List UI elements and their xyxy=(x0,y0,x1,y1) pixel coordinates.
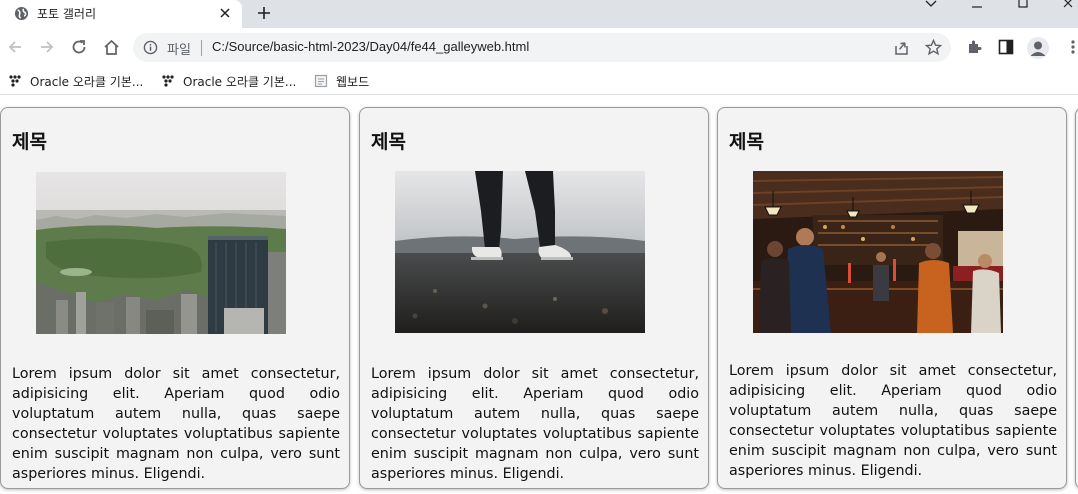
url-text[interactable]: C:/Source/basic-html-2023/Day04/fe44_gal… xyxy=(212,39,529,54)
bookmark-item[interactable]: 웹보드 xyxy=(314,72,369,90)
minimize-icon[interactable] xyxy=(966,0,988,14)
address-divider xyxy=(201,40,202,56)
home-icon[interactable] xyxy=(101,37,121,57)
card-title: 제목 xyxy=(371,131,406,153)
menu-kebab-icon[interactable] xyxy=(1064,38,1078,56)
info-icon[interactable] xyxy=(143,40,158,55)
tab-title: 포토 갤러리 xyxy=(37,7,97,21)
card-text: Lorem ipsum dolor sit amet consectetur, … xyxy=(12,366,340,482)
close-tab-icon[interactable] xyxy=(216,4,234,22)
maximize-icon[interactable] xyxy=(1012,0,1034,14)
globe-icon xyxy=(14,6,29,21)
oracle-icon xyxy=(9,75,21,87)
new-tab-icon[interactable] xyxy=(254,3,274,23)
active-tab[interactable]: 포토 갤러리 xyxy=(0,0,242,28)
address-bar[interactable]: 파일 C:/Source/basic-html-2023/Day04/fe44_… xyxy=(133,33,951,62)
tab-strip: 포토 갤러리 xyxy=(0,0,1078,28)
scheme-label: 파일 xyxy=(167,43,191,58)
gallery-card: 제목 Lorem ipsum dolor sit amet consectetu… xyxy=(0,107,350,489)
card-text: Lorem ipsum dolor sit amet consectetur, … xyxy=(371,366,699,482)
close-window-icon[interactable] xyxy=(1058,0,1078,14)
gallery-card: 제목 Lorem ipsum dolor sit amet consectetu… xyxy=(359,107,709,489)
reload-icon[interactable] xyxy=(69,37,89,57)
city-park-aerial-photo xyxy=(36,172,286,334)
bookmarks-bar: Oracle 오라클 기본... Oracle 오라클 기본... 웹보드 xyxy=(0,67,1078,95)
back-icon[interactable] xyxy=(5,37,25,57)
profile-avatar-icon[interactable] xyxy=(1027,37,1049,59)
card-title: 제목 xyxy=(12,131,47,153)
oracle-icon xyxy=(162,75,174,87)
share-icon[interactable] xyxy=(893,39,910,56)
side-panel-icon[interactable] xyxy=(997,38,1015,56)
bookmark-label: Oracle 오라클 기본... xyxy=(30,74,144,89)
bookmark-star-icon[interactable] xyxy=(925,39,942,56)
card-text: Lorem ipsum dolor sit amet consectetur, … xyxy=(729,363,1057,479)
page-icon xyxy=(314,74,328,88)
tab-search-chevron-icon[interactable] xyxy=(920,0,942,14)
gallery-card: 제목 Lorem ipsum dolor sit amet consectetu… xyxy=(717,107,1067,489)
bookmark-item[interactable]: Oracle 오라클 기본... xyxy=(8,72,143,90)
forward-icon[interactable] xyxy=(37,37,57,57)
legs-sneakers-photo xyxy=(395,171,645,333)
bar-interior-photo xyxy=(753,171,1003,333)
bookmark-item[interactable]: Oracle 오라클 기본... xyxy=(161,72,296,90)
bookmark-label: 웹보드 xyxy=(336,74,370,89)
card-title: 제목 xyxy=(729,131,764,153)
page-viewport: 제목 Lorem ipsum dolor sit amet consectetu… xyxy=(0,96,1078,494)
extensions-icon[interactable] xyxy=(965,38,983,56)
bookmark-label: Oracle 오라클 기본... xyxy=(183,74,297,89)
browser-toolbar: 파일 C:/Source/basic-html-2023/Day04/fe44_… xyxy=(0,28,1078,67)
